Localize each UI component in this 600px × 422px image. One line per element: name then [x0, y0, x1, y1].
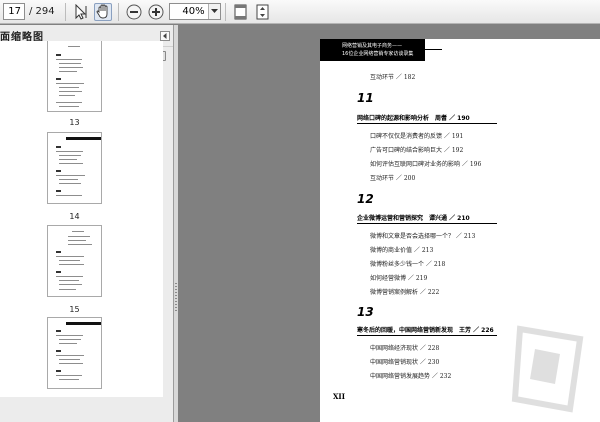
thumbnail-page-13[interactable] [47, 41, 102, 112]
chapter-number: 12 [357, 192, 374, 206]
collapse-pane-icon[interactable] [160, 30, 170, 41]
page-folio: XII [333, 392, 345, 401]
document-page: 网络营销及其电子商务—— 16位企业网络营销专家访谈录集 互动环节 ／ 182 … [320, 39, 600, 422]
zoom-value: 40% [182, 6, 205, 17]
toc-entry: 微博和文章是否会选择哪一个？ ／ 213 [370, 233, 476, 240]
thumbnail-list[interactable]: 13 14 15 [0, 41, 163, 397]
document-view[interactable]: 网络营销及其电子商务—— 16位企业网络营销专家访谈录集 互动环节 ／ 182 … [178, 25, 600, 422]
hand-tool-icon[interactable] [93, 2, 112, 21]
toc-entry: 中国网络营销现状 ／ 230 [370, 359, 440, 366]
chapter-number: 11 [357, 91, 374, 105]
chapter-rule [357, 123, 497, 124]
chapter-rule [357, 335, 497, 336]
toc-entry: 互动环节 ／ 182 [370, 74, 416, 81]
toc-entry: 如何经营微博 ／ 219 [370, 275, 428, 282]
thumbnail-page-16[interactable] [47, 317, 102, 389]
toc-entry: 互动环节 ／ 200 [370, 175, 416, 182]
zoom-select[interactable]: 40% [168, 3, 221, 20]
toolbar-separator [117, 2, 119, 21]
thumbnail-page-14[interactable] [47, 132, 102, 204]
page-number-input[interactable] [3, 3, 25, 20]
chapter-number: 13 [357, 305, 374, 319]
page-header-subtext: 16位企业网络营销专家访谈录集 [342, 51, 414, 57]
chapter-title: 寒冬后的回暖，中国网络营销新发现 王芳 ／ 226 [357, 327, 494, 334]
header-rule [425, 49, 442, 50]
page-header-band: 网络营销及其电子商务—— 16位企业网络营销专家访谈录集 [320, 39, 425, 61]
toc-entry: 微博营销案例解析 ／ 222 [370, 289, 440, 296]
thumbnail-label: 14 [69, 212, 80, 221]
total-pages-label: / 294 [29, 6, 55, 17]
toc-entry: 微博粉丝多少钱一个 ／ 218 [370, 261, 446, 268]
chevron-down-icon[interactable] [207, 4, 220, 19]
thumbnail-label: 15 [69, 305, 80, 314]
toc-entry: 口碑不仅仅是消费者的反馈 ／ 191 [370, 133, 464, 140]
toolbar-separator [224, 2, 226, 21]
toc-entry: 如何评估互联网口碑对业务的影响 ／ 196 [370, 161, 482, 168]
toolbar: / 294 40% [0, 0, 600, 24]
splitter-grip[interactable] [175, 283, 177, 311]
fit-page-icon[interactable] [254, 3, 272, 21]
zoom-in-icon[interactable] [147, 3, 165, 21]
toc-entry: 微博的商业价值 ／ 213 [370, 247, 434, 254]
chapter-title: 网络口碑的起源和影响分析 周耆 ／ 190 [357, 115, 470, 122]
toolbar-separator [64, 2, 66, 21]
thumbnail-label: 13 [69, 118, 80, 127]
single-page-icon[interactable] [232, 3, 250, 21]
thumbnail-page-15[interactable] [47, 225, 102, 297]
select-tool-icon[interactable] [72, 3, 90, 21]
background-ornament-icon [511, 325, 584, 413]
toc-entry: 广告可口碑的结合影响巨大 ／ 192 [370, 147, 464, 154]
toc-entry: 中国网络营销发展趋势 ／ 232 [370, 373, 452, 380]
page-header-text: 网络营销及其电子商务—— [342, 43, 403, 49]
chapter-title: 企业微博运营和营销探究 谭兴通 ／ 210 [357, 215, 470, 222]
chapter-rule [357, 223, 497, 224]
zoom-out-icon[interactable] [125, 3, 143, 21]
toc-entry: 中国网络经济现状 ／ 228 [370, 345, 440, 352]
